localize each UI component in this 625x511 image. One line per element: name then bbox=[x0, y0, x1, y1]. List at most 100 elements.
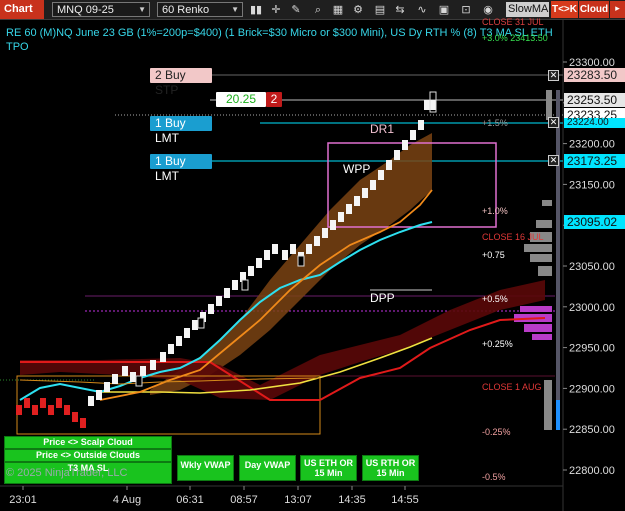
time-tick-label: 06:31 bbox=[176, 494, 204, 506]
wpp-label: WPP bbox=[343, 162, 371, 176]
renko-brick bbox=[330, 220, 336, 230]
day-vwap-button[interactable]: Day VWAP bbox=[239, 455, 296, 481]
renko-brick bbox=[248, 266, 254, 276]
scalp-cloud-button[interactable]: Price <> Scalp Cloud bbox=[4, 436, 172, 449]
crosshair-icon[interactable]: ✛ bbox=[268, 2, 284, 17]
renko-brick bbox=[272, 244, 278, 254]
data-box-icon[interactable]: ▣ bbox=[436, 2, 452, 17]
price-tick-label: 23000.00 bbox=[569, 302, 615, 314]
time-tick-label: 13:07 bbox=[284, 494, 312, 506]
dr1-label: DR1 bbox=[370, 122, 395, 136]
pct-075-label: +0.75 bbox=[482, 250, 505, 260]
price-tick-label: 22800.00 bbox=[569, 465, 615, 477]
price-tick-label: 23200.00 bbox=[569, 139, 615, 151]
renko-brick bbox=[224, 288, 230, 298]
renko-brick bbox=[160, 352, 166, 362]
renko-brick bbox=[176, 336, 182, 346]
renko-brick bbox=[256, 258, 262, 268]
more-icon[interactable]: ▸ bbox=[610, 1, 625, 18]
renko-brick bbox=[402, 140, 408, 150]
buy-stop-price: 23283.50 bbox=[564, 68, 625, 82]
renko-brick bbox=[322, 228, 328, 238]
pct-05-label: +0.5% bbox=[482, 294, 508, 304]
lock-icon[interactable]: ⊡ bbox=[458, 2, 474, 17]
close-16jul-label: CLOSE 16 JUL bbox=[482, 232, 544, 242]
renko-brick bbox=[16, 405, 22, 415]
bar-type-selector[interactable]: 60 Renko ▼ bbox=[157, 2, 243, 17]
renko-brick bbox=[48, 405, 54, 415]
renko-brick bbox=[232, 280, 238, 290]
chart-menu-button[interactable]: Chart bbox=[0, 0, 44, 19]
outside-clouds-button[interactable]: Price <> Outside Clouds bbox=[4, 449, 172, 462]
chart-properties-icon[interactable]: ▦ bbox=[330, 2, 346, 17]
copyright-label: © 2025 NinjaTrader, LLC bbox=[6, 467, 128, 479]
renko-brick bbox=[56, 398, 62, 408]
close-order-icon[interactable]: ✕ bbox=[548, 70, 559, 81]
price-tick-label: 23050.00 bbox=[569, 261, 615, 273]
cloud-toggle-button[interactable]: Cloud bbox=[579, 1, 609, 18]
time-tick-label: 08:57 bbox=[230, 494, 258, 506]
weekly-vwap-button[interactable]: Wkly VWAP bbox=[177, 455, 234, 481]
camera-icon[interactable]: ◉ bbox=[480, 2, 496, 17]
strategies-icon[interactable]: ⚙ bbox=[350, 2, 366, 17]
tck-toggle-button[interactable]: T<>K bbox=[551, 1, 578, 18]
renko-brick-down bbox=[135, 375, 143, 387]
neg-pct-025-label: -0.25% bbox=[482, 427, 511, 437]
level-price-label: 23095.02 bbox=[564, 215, 625, 229]
position-pnl[interactable]: 20.25 bbox=[216, 92, 266, 107]
rth-or-button[interactable]: US RTH OR 15 Min bbox=[362, 455, 419, 481]
renko-brick bbox=[32, 405, 38, 415]
buy-limit-price-1: 23224.00 bbox=[564, 118, 625, 128]
renko-brick bbox=[338, 212, 344, 222]
price-tick-label: 22900.00 bbox=[569, 383, 615, 395]
bar-chart-icon[interactable]: ▮▮ bbox=[248, 2, 264, 17]
renko-brick bbox=[24, 398, 30, 408]
renko-brick bbox=[430, 100, 436, 110]
renko-brick bbox=[264, 250, 270, 260]
pct-10-label: +1.0% bbox=[482, 206, 508, 216]
renko-brick bbox=[410, 130, 416, 140]
slow-ma-selector[interactable]: SlowMA bbox=[506, 2, 549, 17]
renko-brick bbox=[418, 120, 424, 130]
renko-brick bbox=[64, 405, 70, 415]
buy-stop-order[interactable]: 2 Buy STP bbox=[150, 68, 212, 97]
renko-brick bbox=[168, 344, 174, 354]
eth-or-button[interactable]: US ETH OR 15 Min bbox=[300, 455, 357, 481]
pct-15-label: +1.5% bbox=[482, 118, 508, 128]
close-order-icon[interactable]: ✕ bbox=[548, 117, 559, 128]
indicators-icon[interactable]: ∿ bbox=[414, 2, 430, 17]
renko-brick bbox=[72, 412, 78, 422]
renko-brick bbox=[362, 188, 368, 198]
close-order-icon[interactable]: ✕ bbox=[548, 155, 559, 166]
time-tick-label: 14:35 bbox=[338, 494, 366, 506]
buy-limit-order-2[interactable]: 1 Buy LMT bbox=[150, 154, 212, 183]
price-tick-label: 23150.00 bbox=[569, 179, 615, 191]
renko-brick bbox=[314, 236, 320, 246]
renko-brick-down bbox=[297, 255, 305, 267]
pencil-icon[interactable]: ✎ bbox=[288, 2, 304, 17]
chart-title: RE 60 (M)NQ June 23 GB (1%=200p=$400) (1… bbox=[6, 27, 553, 53]
renko-brick bbox=[88, 396, 94, 406]
chevron-down-icon: ▼ bbox=[138, 5, 146, 14]
close-31jul-label: CLOSE 31 JUL bbox=[482, 17, 544, 27]
renko-brick bbox=[112, 374, 118, 384]
renko-brick bbox=[184, 328, 190, 338]
bar-type-value: 60 Renko bbox=[162, 4, 210, 16]
renko-brick bbox=[354, 196, 360, 206]
zoom-icon[interactable]: ⌕ bbox=[310, 2, 326, 17]
instrument-selector[interactable]: MNQ 09-25 ▼ bbox=[52, 2, 150, 17]
renko-brick bbox=[424, 100, 430, 110]
time-tick-label: 14:55 bbox=[391, 494, 419, 506]
renko-brick bbox=[130, 372, 136, 382]
neg-pct-05-label: -0.5% bbox=[482, 472, 506, 482]
pct-025-label: +0.25% bbox=[482, 339, 513, 349]
chart-trader-icon[interactable]: ⇆ bbox=[392, 2, 408, 17]
position-qty[interactable]: 2 bbox=[266, 92, 282, 107]
renko-brick-down bbox=[241, 279, 249, 291]
close-1aug-label: CLOSE 1 AUG bbox=[482, 382, 542, 392]
chevron-down-icon: ▼ bbox=[231, 5, 239, 14]
renko-brick-down bbox=[197, 317, 205, 329]
renko-brick bbox=[282, 250, 288, 260]
templates-icon[interactable]: ▤ bbox=[372, 2, 388, 17]
buy-limit-order-1[interactable]: 1 Buy LMT bbox=[150, 116, 212, 145]
